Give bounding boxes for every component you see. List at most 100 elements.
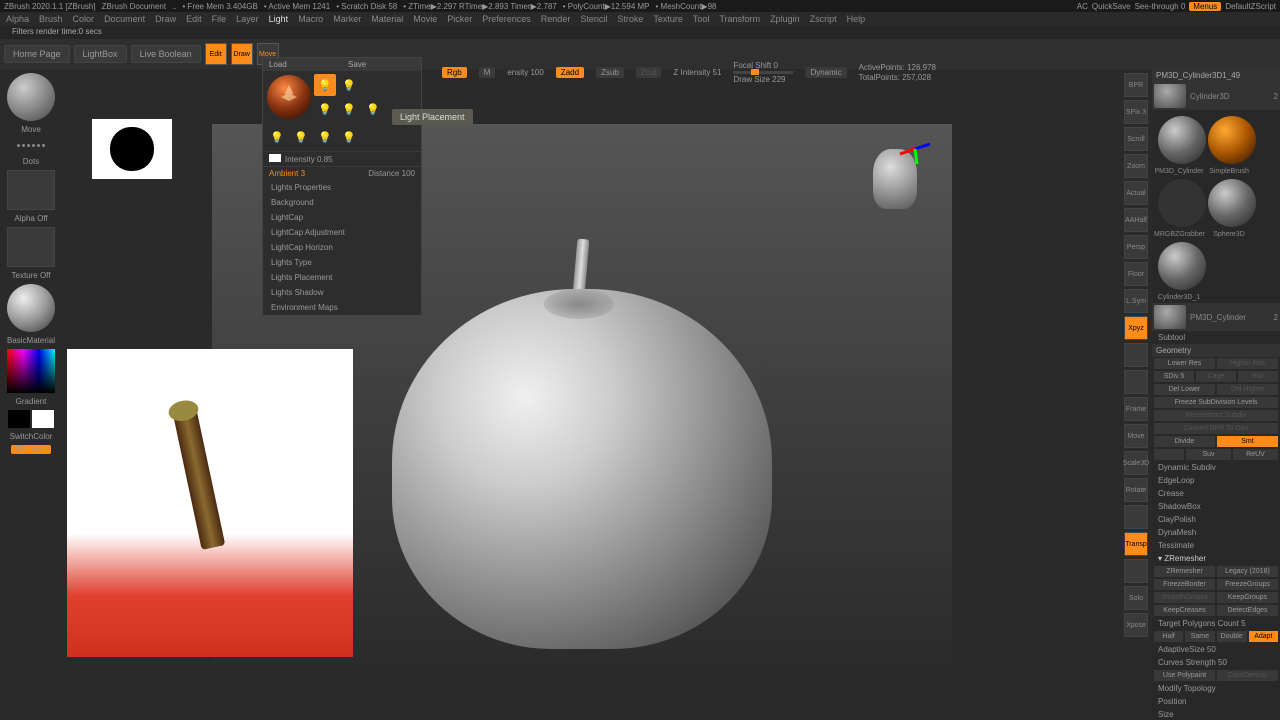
menu-texture[interactable]: Texture <box>653 14 683 24</box>
menu-stroke[interactable]: Stroke <box>617 14 643 24</box>
lights-properties[interactable]: Lights Properties <box>263 180 421 195</box>
color-density[interactable]: ColorDensity <box>1217 670 1278 681</box>
persp-button[interactable]: Persp <box>1124 235 1148 259</box>
tessimate[interactable]: Tessimate <box>1152 539 1280 552</box>
menu-draw[interactable]: Draw <box>155 14 176 24</box>
menu-brush[interactable]: Brush <box>39 14 63 24</box>
frame-button[interactable]: Frame <box>1124 397 1148 421</box>
rt-10[interactable] <box>1124 343 1148 367</box>
crease[interactable]: Crease <box>1152 487 1280 500</box>
reuv[interactable]: ReUV <box>1233 449 1278 460</box>
lightcap-horizon[interactable]: LightCap Horizon <box>263 240 421 255</box>
draw-button[interactable]: Draw <box>231 43 253 65</box>
stroke-dots-icon[interactable] <box>17 138 45 153</box>
menu-marker[interactable]: Marker <box>333 14 361 24</box>
use-polypaint[interactable]: Use Polypaint <box>1154 670 1215 681</box>
menu-render[interactable]: Render <box>541 14 571 24</box>
menu-layer[interactable]: Layer <box>236 14 259 24</box>
lightbox-button[interactable]: LightBox <box>74 45 127 63</box>
liveboolean-button[interactable]: Live Boolean <box>131 45 201 63</box>
color-swatch-primary[interactable] <box>8 410 30 428</box>
tool-thumb-1[interactable]: SimpleBrush <box>1204 112 1254 175</box>
tool-thumb-3[interactable]: Sphere3D <box>1204 175 1254 238</box>
brush-preview[interactable] <box>7 73 55 121</box>
dynamic-button[interactable]: Dynamic <box>805 67 846 78</box>
focal-shift-slider[interactable] <box>733 71 793 74</box>
menu-document[interactable]: Document <box>104 14 145 24</box>
menu-color[interactable]: Color <box>73 14 95 24</box>
menu-picker[interactable]: Picker <box>447 14 472 24</box>
menu-tool[interactable]: Tool <box>693 14 710 24</box>
shadowbox[interactable]: ShadowBox <box>1152 500 1280 513</box>
menu-file[interactable]: File <box>212 14 227 24</box>
legacy-button[interactable]: Legacy (2018) <box>1217 566 1278 577</box>
rt-11[interactable] <box>1124 370 1148 394</box>
light-1-icon[interactable]: 💡 <box>314 74 336 96</box>
detectedges[interactable]: DetectEdges <box>1217 605 1278 616</box>
menu-zscript[interactable]: Zscript <box>810 14 837 24</box>
lights-shadow[interactable]: Lights Shadow <box>263 285 421 300</box>
dynamic-subdiv[interactable]: Dynamic Subdiv <box>1152 461 1280 474</box>
menu-transform[interactable]: Transform <box>719 14 760 24</box>
alternate-button[interactable]: Alternate <box>11 445 51 454</box>
reconstruct[interactable]: Reconstruct Subdiv <box>1154 410 1278 421</box>
zadd-button[interactable]: Zadd <box>556 67 584 78</box>
background[interactable]: Background <box>263 195 421 210</box>
light-2-icon[interactable]: 💡 <box>338 74 360 96</box>
zoom-button[interactable]: Zoom <box>1124 154 1148 178</box>
xpose-button[interactable]: Xpose <box>1124 613 1148 637</box>
actual-button[interactable]: Actual <box>1124 181 1148 205</box>
reference-image[interactable] <box>67 349 353 657</box>
rt-18[interactable] <box>1124 559 1148 583</box>
convert-bpr[interactable]: Convert BPR To Geo <box>1154 423 1278 434</box>
tool-thumb-2[interactable]: MRGBZGrabber <box>1154 175 1204 238</box>
menu-edit[interactable]: Edit <box>186 14 202 24</box>
environment-maps[interactable]: Environment Maps <box>263 300 421 315</box>
lsym-button[interactable]: L.Sym <box>1124 289 1148 313</box>
higher-res[interactable]: Higher Res <box>1217 358 1278 369</box>
light-4-icon[interactable]: 💡 <box>338 98 360 120</box>
geometry-header[interactable]: Geometry <box>1152 344 1280 357</box>
light-3-icon[interactable]: 💡 <box>314 98 336 120</box>
size[interactable]: Size <box>1152 708 1280 720</box>
bpr-button[interactable]: BPR <box>1124 73 1148 97</box>
tool-thumb-0[interactable]: PM3D_Cylinder <box>1154 112 1204 175</box>
current-tool[interactable]: Cylinder3D2 <box>1152 82 1280 110</box>
freezeborder[interactable]: FreezeBorder <box>1154 579 1215 590</box>
adapt[interactable]: Adapt <box>1249 631 1278 642</box>
menu-light[interactable]: Light <box>269 14 289 24</box>
edit-button[interactable]: Edit <box>205 43 227 65</box>
keepgroups[interactable]: KeepGroups <box>1217 592 1278 603</box>
curves-strength[interactable]: Curves Strength 50 <box>1152 656 1280 669</box>
solo-button[interactable]: Solo <box>1124 586 1148 610</box>
distance-slider[interactable]: Distance 100 <box>368 169 415 178</box>
menu-stencil[interactable]: Stencil <box>580 14 607 24</box>
double[interactable]: Double <box>1217 631 1247 642</box>
tool-thumb-4[interactable]: Cylinder3D_1 <box>1154 238 1204 301</box>
xpyz-button[interactable]: Xpyz <box>1124 316 1148 340</box>
light-6-icon[interactable]: 💡 <box>266 126 288 148</box>
position[interactable]: Position <box>1152 695 1280 708</box>
m-button[interactable]: M <box>479 67 496 78</box>
lightcap[interactable]: LightCap <box>263 210 421 225</box>
adaptive-size[interactable]: AdaptiveSize 50 <box>1152 643 1280 656</box>
zremesher-section[interactable]: ▾ ZRemesher <box>1152 552 1280 565</box>
rgb-button[interactable]: Rgb <box>442 67 467 78</box>
modify-topology[interactable]: Modify Topology <box>1152 682 1280 695</box>
alpha-slot[interactable] <box>7 170 55 210</box>
half[interactable]: Half <box>1154 631 1183 642</box>
move3d-button[interactable]: Move <box>1124 424 1148 448</box>
material-preview[interactable] <box>7 284 55 332</box>
aahalf-button[interactable]: AAHalf <box>1124 208 1148 232</box>
scale3d-button[interactable]: Scale3D <box>1124 451 1148 475</box>
menu-alpha[interactable]: Alpha <box>6 14 29 24</box>
color-picker[interactable] <box>7 349 55 393</box>
light-save-button[interactable]: Save <box>342 58 421 71</box>
quicksave-button[interactable]: QuickSave <box>1092 2 1131 11</box>
spix-button[interactable]: SPix 3 <box>1124 100 1148 124</box>
same[interactable]: Same <box>1185 631 1214 642</box>
floor-button[interactable]: Floor <box>1124 262 1148 286</box>
menus-button[interactable]: Menus <box>1189 2 1221 11</box>
lights-type[interactable]: Lights Type <box>263 255 421 270</box>
texture-slot[interactable] <box>7 227 55 267</box>
